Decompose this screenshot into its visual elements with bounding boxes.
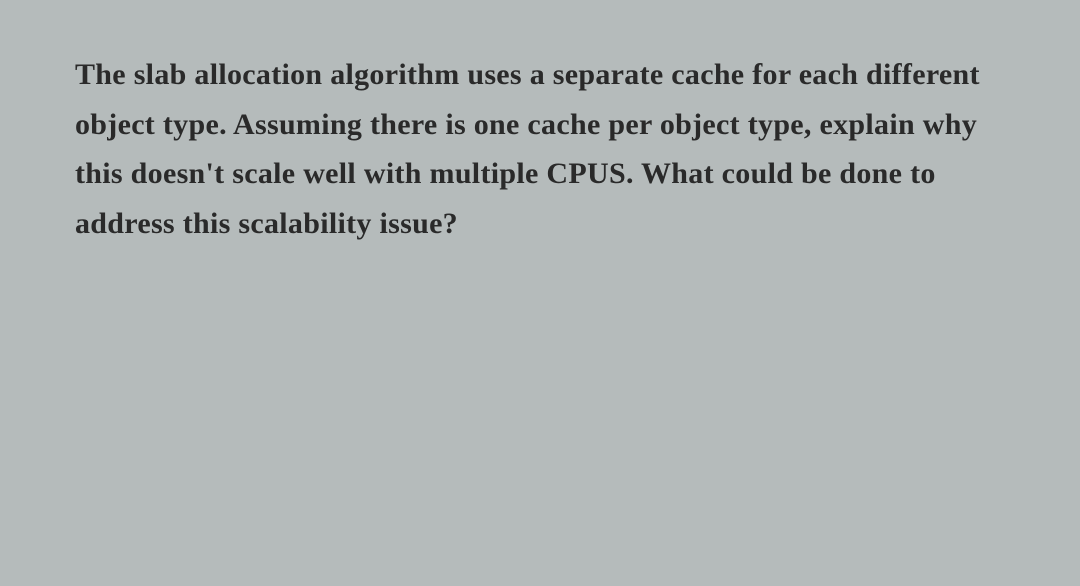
question-text: The slab allocation algorithm uses a sep…: [75, 50, 1005, 248]
